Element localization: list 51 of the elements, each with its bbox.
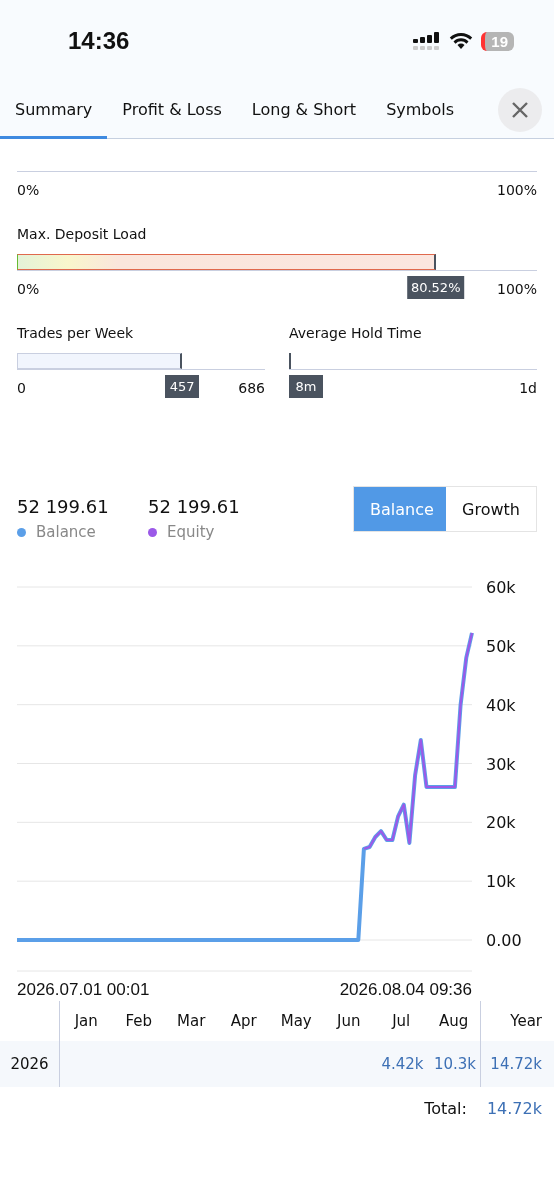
column-header: Mar: [176, 1012, 207, 1030]
axis-label: 20k: [486, 813, 516, 833]
column-header: Jun: [335, 1012, 362, 1030]
tab[interactable]: Profit & Loss: [107, 82, 237, 139]
summary-value: 52 199.61: [17, 496, 110, 517]
axis-label: 50k: [486, 636, 516, 656]
table-cell: 4.42k: [381, 1055, 424, 1073]
gauge-max-label: 1d: [519, 380, 537, 396]
table-cell: 14.72k: [480, 1041, 554, 1087]
legend-label: Balance: [36, 523, 96, 541]
table-cell: 10.3k: [433, 1055, 476, 1073]
column-header: Aug: [438, 1012, 470, 1030]
gauge-title: Trades per Week: [17, 325, 135, 341]
date-label: 2026.08.04 09:36: [339, 980, 472, 999]
column-header: May: [279, 1012, 313, 1030]
gauge-max-label: 100%: [496, 182, 537, 198]
gauge-title: Max. Deposit Load: [17, 226, 148, 242]
gauge-title: Average Hold Time: [289, 325, 423, 341]
tab[interactable]: Long & Short: [236, 82, 372, 139]
row-header: 2026: [0, 1041, 60, 1087]
total-value: 14.72k: [486, 1099, 542, 1118]
column-header: Jul: [390, 1012, 412, 1030]
tab[interactable]: Summary: [0, 82, 108, 139]
axis-label: 10k: [486, 872, 516, 892]
column-header: Jan: [73, 1012, 99, 1030]
column-header: Feb: [124, 1012, 154, 1030]
gauge-min-label: 0: [17, 380, 26, 396]
summary-value: 52 199.61: [148, 496, 241, 517]
battery-indicator: 19: [481, 31, 514, 51]
gauge-value: 80.52%: [406, 276, 465, 299]
gauge-handle: [289, 353, 291, 369]
legend-label: Equity: [167, 523, 215, 541]
close-button[interactable]: [498, 88, 542, 132]
column-header: Apr: [229, 1012, 258, 1030]
total-label: Total:: [424, 1099, 467, 1118]
axis-label: 30k: [486, 754, 516, 774]
axis-label: 60k: [486, 578, 516, 597]
wifi-icon: [449, 32, 474, 50]
close-icon: [510, 100, 530, 120]
axis-label: 40k: [486, 695, 516, 715]
status-time: 14:36: [68, 27, 130, 55]
signal-icon: [413, 32, 442, 50]
date-label: 2026.07.01 00:01: [17, 980, 150, 999]
axis-label: 0.00: [486, 931, 522, 950]
gauge-value: 8m: [289, 375, 323, 398]
gauge-max-label: 100%: [496, 281, 537, 297]
gauge-min-label: 0%: [17, 182, 40, 198]
gauge-min-label: 0%: [17, 281, 40, 297]
tab[interactable]: Symbols: [371, 82, 470, 139]
gauge-max-label: 686: [238, 380, 265, 396]
gauge-value: 457: [165, 375, 200, 398]
